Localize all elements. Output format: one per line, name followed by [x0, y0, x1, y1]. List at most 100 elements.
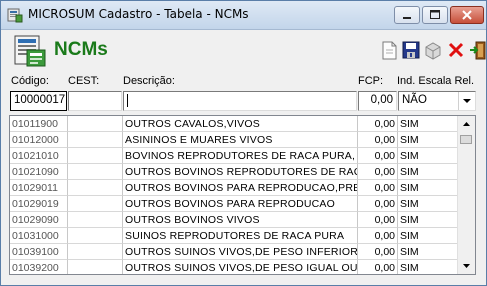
title-bar[interactable]: MICROSUM Cadastro - Tabela - NCMs: [1, 1, 486, 30]
scroll-down-icon[interactable]: [458, 257, 475, 274]
descricao-cell[interactable]: OUTROS BOVINOS REPRODUTORES DE RAÇ: [123, 164, 358, 180]
codigo-cell[interactable]: 01012000: [10, 132, 68, 148]
table-row[interactable]: 01029011 OUTROS BOVINOS PARA REPRODUCAO,P…: [10, 180, 459, 196]
exit-button[interactable]: [468, 39, 486, 61]
descricao-cell[interactable]: BOVINOS REPRODUTORES DE RACA PURA,: [123, 148, 358, 164]
ind-escala-select[interactable]: NÃO: [398, 91, 476, 111]
fcp-label: FCP:: [358, 75, 384, 87]
cest-label: CEST:: [68, 75, 100, 87]
cancel-x-icon: [448, 42, 464, 58]
ind-escala-value: NÃO: [402, 94, 427, 106]
form-title: NCMs: [54, 39, 108, 60]
ncm-form-icon: [14, 35, 46, 67]
ind-escala-cell[interactable]: SIM: [398, 196, 459, 212]
app-icon: [7, 8, 23, 23]
cest-field[interactable]: [68, 91, 122, 111]
codigo-cell[interactable]: 01039100: [10, 244, 68, 260]
fcp-cell[interactable]: 0,00: [358, 196, 398, 212]
cest-cell[interactable]: [68, 228, 123, 244]
scroll-up-icon[interactable]: [458, 116, 475, 133]
descricao-cell[interactable]: OUTROS CAVALOS,VIVOS: [123, 116, 358, 132]
maximize-button[interactable]: [422, 6, 448, 24]
ind-escala-cell[interactable]: SIM: [398, 164, 459, 180]
fcp-cell[interactable]: 0,00: [358, 132, 398, 148]
scroll-thumb[interactable]: [460, 135, 472, 144]
descricao-cell[interactable]: ASININOS E MUARES VIVOS: [123, 132, 358, 148]
cest-cell[interactable]: [68, 164, 123, 180]
new-record-button[interactable]: [379, 39, 399, 61]
ind-escala-cell[interactable]: SIM: [398, 244, 459, 260]
ind-escala-cell[interactable]: SIM: [398, 116, 459, 132]
new-document-icon: [382, 41, 397, 60]
exit-door-icon: [470, 41, 486, 60]
close-button[interactable]: [450, 6, 484, 24]
fcp-cell[interactable]: 0,00: [358, 164, 398, 180]
descricao-cell[interactable]: OUTROS BOVINOS PARA REPRODUCAO,PRE: [123, 180, 358, 196]
cancel-button[interactable]: [446, 39, 466, 61]
fcp-cell[interactable]: 0,00: [358, 116, 398, 132]
table-row[interactable]: 01021090 OUTROS BOVINOS REPRODUTORES DE R…: [10, 164, 459, 180]
descricao-cell[interactable]: OUTROS BOVINOS PARA REPRODUCAO: [123, 196, 358, 212]
fcp-field[interactable]: 0,00: [358, 91, 397, 111]
delete-button[interactable]: [423, 39, 443, 61]
ind-escala-cell[interactable]: SIM: [398, 260, 459, 274]
codigo-cell[interactable]: 01031000: [10, 228, 68, 244]
cest-cell[interactable]: [68, 212, 123, 228]
descricao-field[interactable]: [123, 91, 357, 111]
fcp-cell[interactable]: 0,00: [358, 212, 398, 228]
codigo-label: Código:: [11, 75, 49, 87]
cest-cell[interactable]: [68, 196, 123, 212]
cest-cell[interactable]: [68, 148, 123, 164]
table-row[interactable]: 01039100 OUTROS SUINOS VIVOS,DE PESO INFE…: [10, 244, 459, 260]
ind-escala-cell[interactable]: SIM: [398, 228, 459, 244]
main-window: MICROSUM Cadastro - Tabela - NCMs NCMs C…: [0, 0, 487, 286]
codigo-cell[interactable]: 01021090: [10, 164, 68, 180]
descricao-cell[interactable]: OUTROS SUINOS VIVOS,DE PESO INFERIOR: [123, 244, 358, 260]
table-row[interactable]: 01031000 SUINOS REPRODUTORES DE RACA PURA…: [10, 228, 459, 244]
table-row[interactable]: 01012000 ASININOS E MUARES VIVOS 0,00 SIM: [10, 132, 459, 148]
descricao-cell[interactable]: OUTROS SUINOS VIVOS,DE PESO IGUAL OU: [123, 260, 358, 274]
descricao-label: Descrição:: [123, 75, 175, 87]
fcp-cell[interactable]: 0,00: [358, 260, 398, 274]
descricao-cell[interactable]: SUINOS REPRODUTORES DE RACA PURA: [123, 228, 358, 244]
ind-escala-cell[interactable]: SIM: [398, 212, 459, 228]
ncm-table[interactable]: 01011900 OUTROS CAVALOS,VIVOS 0,00 SIM 01012…: [9, 115, 476, 275]
codigo-cell[interactable]: 01021010: [10, 148, 68, 164]
ind-escala-cell[interactable]: SIM: [398, 132, 459, 148]
window-title: MICROSUM Cadastro - Tabela - NCMs: [28, 7, 249, 21]
minimize-button[interactable]: [394, 6, 420, 24]
vertical-scrollbar[interactable]: [457, 116, 475, 274]
codigo-field[interactable]: 10000017: [10, 91, 67, 111]
codigo-cell[interactable]: 01011900: [10, 116, 68, 132]
fcp-cell[interactable]: 0,00: [358, 148, 398, 164]
maximize-icon: [430, 10, 440, 19]
save-button[interactable]: [401, 39, 421, 61]
table-row[interactable]: 01021010 BOVINOS REPRODUTORES DE RACA PUR…: [10, 148, 459, 164]
cest-cell[interactable]: [68, 132, 123, 148]
ind-escala-cell[interactable]: SIM: [398, 180, 459, 196]
save-icon: [402, 41, 420, 59]
cest-cell[interactable]: [68, 244, 123, 260]
fcp-cell[interactable]: 0,00: [358, 180, 398, 196]
descricao-cell[interactable]: OUTROS BOVINOS VIVOS: [123, 212, 358, 228]
table-row[interactable]: 01029019 OUTROS BOVINOS PARA REPRODUCAO 0,…: [10, 196, 459, 212]
cest-cell[interactable]: [68, 116, 123, 132]
table-row[interactable]: 01039200 OUTROS SUINOS VIVOS,DE PESO IGUA…: [10, 260, 459, 274]
close-icon: [462, 10, 472, 20]
form-header: NCMs: [5, 31, 486, 71]
codigo-cell[interactable]: 01029090: [10, 212, 68, 228]
table-row[interactable]: 01029090 OUTROS BOVINOS VIVOS 0,00 SIM: [10, 212, 459, 228]
fcp-cell[interactable]: 0,00: [358, 228, 398, 244]
fcp-cell[interactable]: 0,00: [358, 244, 398, 260]
codigo-cell[interactable]: 01029019: [10, 196, 68, 212]
table-row[interactable]: 01011900 OUTROS CAVALOS,VIVOS 0,00 SIM: [10, 116, 459, 132]
codigo-cell[interactable]: 01029011: [10, 180, 68, 196]
delete-box-icon: [425, 42, 441, 60]
codigo-cell[interactable]: 01039200: [10, 260, 68, 274]
text-caret: [127, 94, 128, 107]
ind-escala-cell[interactable]: SIM: [398, 148, 459, 164]
cest-cell[interactable]: [68, 180, 123, 196]
dropdown-arrow-button[interactable]: [458, 92, 475, 110]
cest-cell[interactable]: [68, 260, 123, 274]
chevron-down-icon: [463, 99, 471, 103]
